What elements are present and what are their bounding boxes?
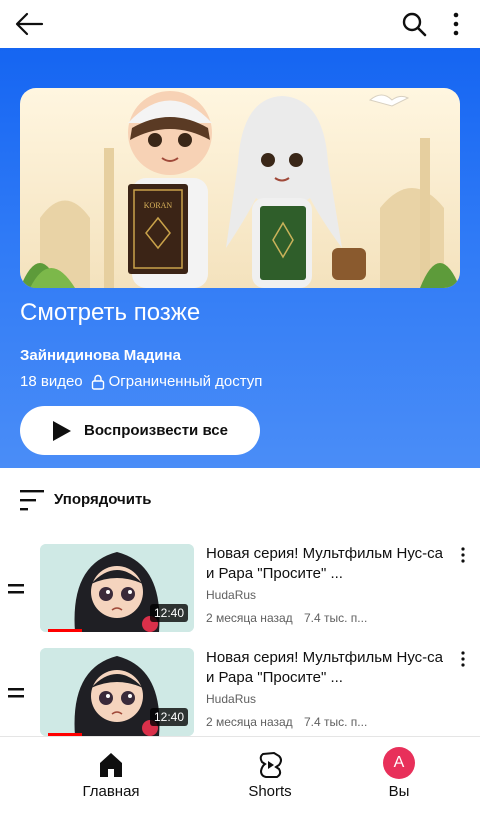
access-status: Ограниченный доступ	[108, 373, 263, 390]
video-thumbnail[interactable]: 12:40	[40, 648, 194, 736]
video-age: 2 месяца назад	[206, 715, 293, 729]
shorts-icon	[259, 751, 282, 778]
video-views: 7.4 тыс. п...	[304, 715, 368, 729]
play-all-label: Воспроизвести все	[84, 422, 228, 439]
video-views: 7.4 тыс. п...	[304, 611, 368, 625]
top-app-bar	[0, 0, 480, 48]
playlist-title: Смотреть позже	[20, 299, 201, 326]
video-title[interactable]: Новая серия! Мультфильм Нус-са и Рара "П…	[206, 648, 444, 688]
sort-label: Упорядочить	[54, 491, 152, 508]
video-duration: 12:40	[149, 604, 188, 622]
nav-home[interactable]: Главная	[31, 737, 191, 813]
video-stats: 2 месяца назад 7.4 тыс. п...	[206, 611, 375, 625]
home-icon	[100, 753, 122, 777]
search-icon[interactable]	[400, 10, 428, 38]
video-stats: 2 месяца назад 7.4 тыс. п...	[206, 715, 375, 729]
video-thumbnail[interactable]: 12:40	[40, 544, 194, 632]
video-duration: 12:40	[149, 708, 188, 726]
video-channel: HudaRus	[206, 692, 257, 706]
more-vert-icon[interactable]	[458, 650, 468, 668]
drag-handle-icon[interactable]	[8, 582, 24, 596]
playlist-author[interactable]: Зайнидинова Мадина	[20, 347, 181, 364]
playlist-meta: 18 видео Ограниченный доступ	[20, 373, 262, 390]
play-all-button[interactable]: Воспроизвести все	[20, 406, 260, 455]
more-vert-icon[interactable]	[446, 10, 466, 38]
bottom-navigation: Главная Shorts A Вы	[0, 736, 480, 813]
play-icon	[53, 420, 71, 441]
more-vert-icon[interactable]	[458, 546, 468, 564]
video-channel: HudaRus	[206, 588, 257, 602]
sort-button[interactable]: Упорядочить	[0, 468, 480, 530]
drag-handle-icon[interactable]	[8, 686, 24, 700]
playlist-thumbnail[interactable]: KORAN	[20, 88, 460, 288]
nav-you[interactable]: A Вы	[319, 737, 479, 813]
sort-icon	[20, 490, 44, 511]
playlist-header: KORAN Смотреть позже Зайнидинова Мадина …	[0, 48, 480, 468]
video-row[interactable]: 12:40 Новая серия! Мультфильм Нус-са и Р…	[0, 648, 480, 740]
video-count: 18 видео	[20, 373, 83, 390]
watch-progress	[48, 629, 82, 632]
back-arrow-icon[interactable]	[14, 10, 44, 38]
video-title[interactable]: Новая серия! Мультфильм Нус-са и Рара "П…	[206, 544, 444, 584]
video-row[interactable]: 12:40 Новая серия! Мультфильм Нус-са и Р…	[0, 544, 480, 636]
video-age: 2 месяца назад	[206, 611, 293, 625]
avatar: A	[383, 747, 415, 779]
nav-you-label: Вы	[388, 783, 410, 800]
lock-icon	[91, 374, 104, 390]
thumbnail-book-text: KORAN	[144, 201, 173, 210]
nav-home-label: Главная	[82, 783, 140, 800]
